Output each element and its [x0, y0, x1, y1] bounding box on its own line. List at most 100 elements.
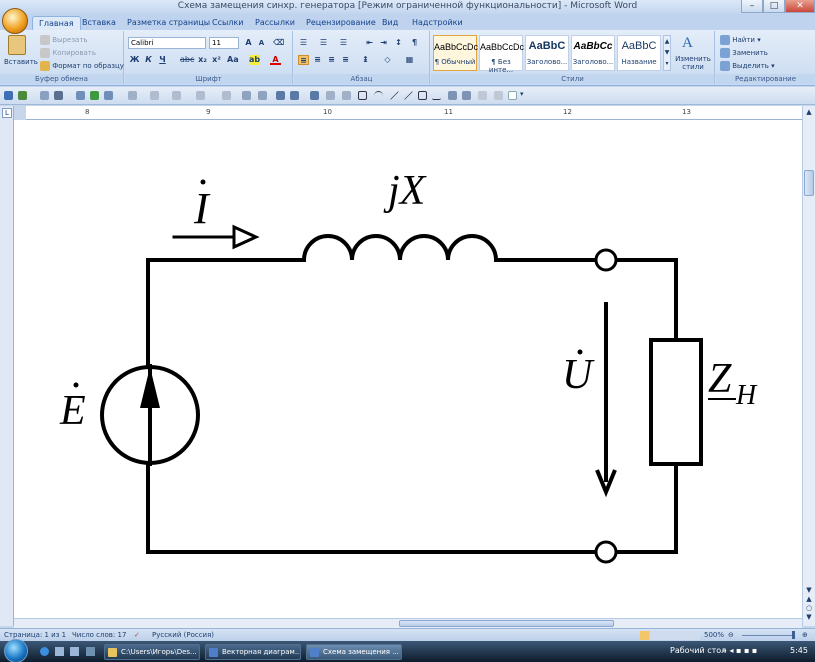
scroll-up-icon[interactable]: ▲ — [804, 108, 814, 118]
zoom-icon[interactable] — [276, 91, 285, 100]
switch-windows-icon[interactable] — [70, 647, 79, 656]
zoom-level[interactable]: 500% — [704, 631, 724, 639]
align-left-icon[interactable]: ≡ — [298, 55, 309, 65]
format-painter-button[interactable]: Формат по образцу — [40, 61, 124, 71]
line-spacing-icon[interactable]: ↨ — [360, 55, 371, 65]
align-right-icon[interactable]: ≡ — [326, 55, 337, 65]
superscript-icon[interactable]: x² — [211, 55, 222, 65]
styles-scroll[interactable]: ▲ ▼ ▾ — [663, 35, 671, 71]
font-color-icon[interactable]: A — [270, 55, 281, 65]
style-heading-2[interactable]: AaBbCc Заголово... — [571, 35, 615, 71]
strikethrough-icon[interactable]: abc — [180, 55, 194, 65]
formula-icon[interactable] — [222, 91, 231, 100]
print-icon[interactable] — [104, 91, 113, 100]
tab-mailings[interactable]: Рассылки — [249, 16, 301, 30]
style-title[interactable]: AaBbC Название — [617, 35, 661, 71]
paste-icon[interactable] — [8, 35, 26, 55]
vertical-scroll-thumb[interactable] — [804, 170, 814, 196]
justify-icon[interactable]: ≡ — [340, 55, 351, 65]
tab-view[interactable]: Вид — [376, 16, 404, 30]
spelling-icon[interactable] — [90, 91, 99, 100]
language-indicator[interactable]: Русский (Россия) — [152, 631, 214, 639]
increase-indent-icon[interactable]: ⇥ — [378, 38, 389, 48]
font-size-select[interactable]: 11 — [209, 37, 239, 49]
tab-page-layout[interactable]: Разметка страницы — [121, 16, 216, 30]
sort-icon[interactable]: ↕ — [393, 38, 404, 48]
symbol-icon[interactable] — [54, 91, 63, 100]
start-button[interactable] — [4, 639, 28, 662]
textbox-icon[interactable] — [172, 91, 181, 100]
page-icon[interactable] — [508, 91, 517, 100]
grow-font-icon[interactable]: A — [243, 38, 254, 48]
page-count[interactable]: Страница: 1 из 1 — [4, 631, 66, 639]
horizontal-scrollbar[interactable] — [14, 618, 802, 628]
zoom-slider-thumb[interactable] — [792, 631, 795, 639]
style-normal[interactable]: AaBbCcDc ¶ Обычный — [433, 35, 478, 71]
ie-icon[interactable] — [40, 647, 49, 656]
oval-icon[interactable] — [358, 91, 367, 100]
shadow-icon[interactable] — [478, 91, 487, 100]
taskbar-vector-diagram[interactable]: Векторная диаграм... — [205, 644, 301, 660]
scroll-down-icon[interactable]: ▼ ▲ ○ ▼ — [804, 586, 814, 622]
arc-icon[interactable] — [326, 91, 335, 100]
3d-icon[interactable] — [494, 91, 503, 100]
tab-references[interactable]: Ссылки — [206, 16, 249, 30]
replace-button[interactable]: Заменить — [720, 48, 768, 58]
shading-icon[interactable]: ◇ — [382, 55, 393, 65]
align-center-icon[interactable]: ≡ — [312, 55, 323, 65]
underline-icon[interactable]: Ч — [157, 55, 168, 65]
triangle-icon[interactable] — [432, 91, 441, 100]
picture-icon[interactable] — [150, 91, 159, 100]
word-count[interactable]: Число слов: 17 — [72, 631, 126, 639]
highlight-icon[interactable]: ab — [249, 55, 260, 65]
style-no-spacing[interactable]: AaBbCcDc ¶ Без инте... — [479, 35, 524, 74]
view-buttons[interactable] — [640, 631, 700, 640]
tab-review[interactable]: Рецензирование — [300, 16, 382, 30]
pointer-icon[interactable] — [290, 91, 299, 100]
pilcrow-icon[interactable]: ¶ — [409, 38, 420, 48]
tab-selector[interactable]: L — [2, 108, 12, 118]
close-button[interactable]: ✕ — [785, 0, 815, 13]
line-icon[interactable] — [404, 91, 413, 100]
table-icon[interactable] — [196, 91, 205, 100]
multilevel-list-icon[interactable]: ☰ — [338, 38, 349, 48]
minimize-button[interactable]: – — [741, 0, 763, 13]
grid-icon[interactable] — [258, 91, 267, 100]
tab-home[interactable]: Главная — [32, 16, 81, 30]
link-icon[interactable] — [128, 91, 137, 100]
paste-button[interactable]: Вставить — [4, 58, 38, 66]
copy-button[interactable]: Копировать — [40, 48, 96, 58]
redo-icon[interactable] — [40, 91, 49, 100]
desktop-toolbar[interactable]: Рабочий стол — [670, 646, 726, 655]
proofing-icon[interactable]: ✓ — [134, 631, 140, 639]
italic-icon[interactable]: К — [143, 55, 154, 65]
taskbar-circuit-doc[interactable]: Схема замещения ... — [306, 644, 402, 660]
decrease-indent-icon[interactable]: ⇤ — [364, 38, 375, 48]
clear-format-icon[interactable]: ⌫ — [273, 38, 284, 48]
style-heading-1[interactable]: AaBbC Заголово... — [525, 35, 569, 71]
horizontal-scroll-thumb[interactable] — [399, 620, 614, 627]
borders-icon[interactable]: ▦ — [404, 55, 415, 65]
show-desktop-icon[interactable] — [55, 647, 64, 656]
tray-icons[interactable]: » ◂ ▪ ▪ ▪ — [722, 646, 757, 655]
undo-icon[interactable] — [18, 91, 27, 100]
arc-shape-icon[interactable] — [374, 91, 383, 100]
save-icon[interactable] — [4, 91, 13, 100]
document-page[interactable]: I jX E U Z H — [14, 120, 802, 624]
cut-button[interactable]: Вырезать — [40, 35, 88, 45]
rotate-icon[interactable] — [310, 91, 319, 100]
fill-icon[interactable] — [462, 91, 471, 100]
font-name-select[interactable]: Calibri — [128, 37, 206, 49]
line-icon[interactable] — [390, 91, 399, 100]
maximize-button[interactable]: □ — [763, 0, 785, 13]
quicklaunch-icon[interactable] — [86, 647, 95, 656]
change-case-icon[interactable]: Aa — [227, 55, 239, 65]
change-styles-button[interactable]: Изменить стили — [673, 55, 713, 71]
rectangle-icon[interactable] — [418, 91, 427, 100]
numbering-icon[interactable]: ☰ — [318, 38, 329, 48]
bold-icon[interactable]: Ж — [129, 55, 140, 65]
select-button[interactable]: Выделить ▾ — [720, 61, 775, 71]
zoom-in-icon[interactable]: ⊕ — [802, 631, 808, 639]
clock[interactable]: 5:45 — [790, 646, 808, 655]
tab-insert[interactable]: Вставка — [76, 16, 122, 30]
